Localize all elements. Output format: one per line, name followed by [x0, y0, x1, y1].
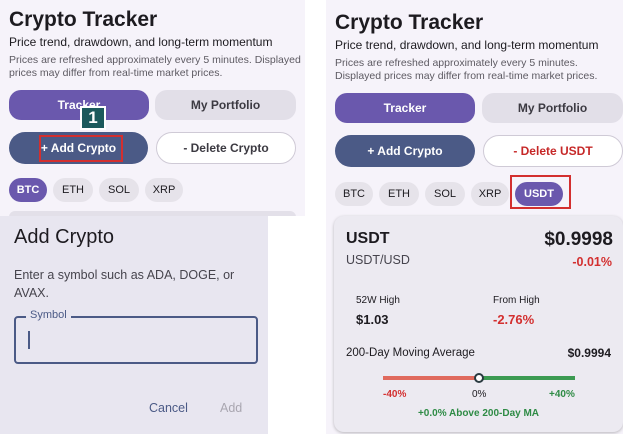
chip-eth[interactable]: ETH — [379, 182, 419, 206]
card-pair: USDT/USD — [346, 253, 410, 267]
high-value: $1.03 — [356, 312, 389, 327]
usdt-card: USDT USDT/USD $0.9998 -0.01% 52W High $1… — [334, 216, 623, 432]
ma-status: +0.0% Above 200-Day MA — [417, 408, 540, 419]
refresh-notice: Prices are refreshed approximately every… — [9, 54, 301, 79]
dialog-title: Add Crypto — [14, 226, 115, 248]
gauge-max-label: +40% — [549, 389, 575, 400]
refresh-notice: Prices are refreshed approximately every… — [335, 57, 598, 82]
dialog-hint: Enter a symbol such as ADA, DOGE, or AVA… — [14, 268, 235, 300]
gauge-marker — [474, 373, 484, 383]
add-crypto-highlight — [39, 135, 123, 162]
app-title: Crypto Tracker — [9, 8, 158, 31]
chip-sol[interactable]: SOL — [99, 178, 139, 202]
gauge-positive-bar — [479, 376, 575, 380]
add-button[interactable]: Add — [220, 401, 242, 415]
from-high-value: -2.76% — [493, 312, 535, 327]
chip-xrp[interactable]: XRP — [145, 178, 183, 202]
symbol-field-label: Symbol — [26, 309, 71, 321]
ma-value: $0.9994 — [567, 346, 611, 360]
tab-tracker[interactable]: Tracker — [9, 90, 149, 120]
add-crypto-button[interactable]: + Add Crypto — [335, 135, 475, 167]
from-high-label: From High — [493, 295, 540, 306]
gauge-min-label: -40% — [383, 389, 407, 400]
text-cursor — [28, 331, 30, 349]
tab-my-portfolio[interactable]: My Portfolio — [155, 90, 296, 120]
app-subtitle: Price trend, drawdown, and long-term mom… — [335, 38, 599, 52]
card-change: -0.01% — [572, 255, 612, 269]
high-label: 52W High — [356, 295, 400, 306]
usdt-chip-highlight — [510, 175, 571, 209]
card-price: $0.9998 — [544, 229, 613, 250]
chip-btc[interactable]: BTC — [9, 178, 47, 202]
app-subtitle: Price trend, drawdown, and long-term mom… — [9, 35, 273, 49]
ma-label: 200-Day Moving Average — [346, 347, 475, 359]
tab-my-portfolio[interactable]: My Portfolio — [482, 93, 623, 123]
cancel-button[interactable]: Cancel — [149, 401, 188, 415]
gauge-negative-bar — [383, 376, 479, 380]
app-title: Crypto Tracker — [335, 11, 484, 34]
add-crypto-dialog: Add Crypto Enter a symbol such as ADA, D… — [0, 216, 268, 434]
chip-sol[interactable]: SOL — [425, 182, 465, 206]
symbol-field[interactable]: Symbol — [14, 309, 258, 364]
delete-crypto-button[interactable]: - Delete Crypto — [156, 132, 296, 164]
card-symbol: USDT — [346, 230, 390, 247]
delete-usdt-button[interactable]: - Delete USDT — [483, 135, 623, 167]
chip-eth[interactable]: ETH — [53, 178, 93, 202]
chip-xrp[interactable]: XRP — [471, 182, 509, 206]
gauge-mid-label: 0% — [472, 389, 487, 400]
tab-tracker[interactable]: Tracker — [335, 93, 475, 123]
step-badge: 1 — [80, 106, 106, 130]
left-screen: Crypto Tracker Price trend, drawdown, an… — [0, 0, 305, 216]
chip-btc[interactable]: BTC — [335, 182, 373, 206]
ma-gauge — [383, 373, 575, 383]
